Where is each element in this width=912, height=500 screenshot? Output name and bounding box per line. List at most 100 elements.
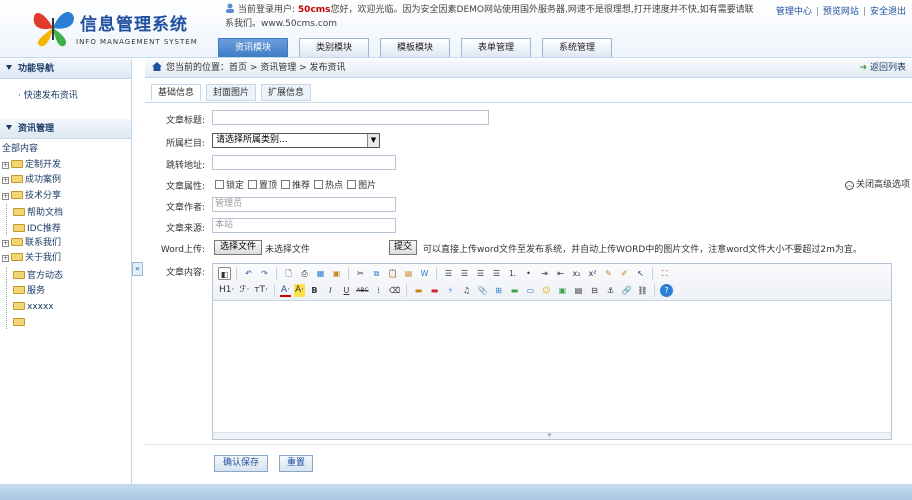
anchor-icon[interactable]: ⚓ [604,284,617,297]
paste-word-icon[interactable]: W [418,267,431,280]
tree-item[interactable]: 帮助文档 [2,204,131,220]
redirect-input[interactable] [212,155,396,170]
nav-tab-category[interactable]: 类别模块 [299,38,369,57]
attr-lock-checkbox[interactable]: 锁定 [215,178,244,191]
page-break-icon[interactable]: ⊟ [588,284,601,297]
source-code-icon[interactable]: ◧ [218,267,231,280]
undo-icon[interactable]: ↶ [242,267,255,280]
nav-tab-system[interactable]: 系统管理 [542,38,612,57]
admin-center-link[interactable]: 管理中心 [776,7,812,17]
logout-link[interactable]: 安全退出 [870,7,906,17]
subscript-icon[interactable]: x₂ [570,267,583,280]
checkbox[interactable] [248,180,258,189]
image-icon[interactable]: ▬ [412,284,425,297]
attr-top-checkbox[interactable]: 置顶 [248,178,277,191]
toggle-advanced-options[interactable]: ︿ 关闭高级选项 [844,177,910,190]
preview-icon[interactable]: 🗋 [282,267,295,280]
table-icon[interactable]: ⊞ [492,284,505,297]
flash-icon[interactable]: ⚡ [444,284,457,297]
expand-icon[interactable]: + [2,239,9,247]
pointer-icon[interactable]: ↖ [634,267,647,280]
expand-icon[interactable]: + [2,255,9,263]
collapse-sidebar-button[interactable]: « [132,262,143,276]
reset-button[interactable]: 重置 [279,455,313,472]
tree-item[interactable]: + 定制开发 [2,158,131,174]
tree-item[interactable]: + 成功案例 [2,173,131,189]
indent-icon[interactable]: ⇥ [538,267,551,280]
redo-icon[interactable]: ↷ [258,267,271,280]
font-color-button[interactable]: A· [279,284,291,297]
tab-extended-info[interactable]: 扩展信息 [261,84,312,101]
nav-tab-template[interactable]: 模板模块 [380,38,450,57]
underline-icon[interactable]: U [340,284,353,297]
tab-basic-info[interactable]: 基础信息 [151,84,202,101]
paste-icon[interactable]: 📋 [386,267,399,280]
fullscreen-icon[interactable]: ⛶ [658,267,671,280]
tree-item[interactable]: 官方动态 [2,266,131,283]
save-button[interactable]: 确认保存 [214,455,268,472]
justify-icon[interactable]: ☰ [490,267,503,280]
bold-icon[interactable]: B [308,284,321,297]
expand-icon[interactable]: + [2,161,9,169]
tree-item[interactable]: 服务 [2,282,131,298]
nav-tab-forms[interactable]: 表单管理 [461,38,531,57]
font-size-dropdown[interactable]: тT· [253,284,269,297]
resize-grip-icon[interactable]: ⁜ [547,433,552,439]
expand-icon[interactable]: + [2,177,9,185]
link-icon[interactable]: 🔗 [620,284,633,297]
tree-item[interactable]: xxxxx [2,297,131,314]
attachment-icon[interactable]: 📎 [476,284,489,297]
emoticon-icon[interactable]: ☺ [540,284,553,297]
attr-image-checkbox[interactable]: 图片 [347,178,376,191]
clear-format-icon[interactable]: ✎ [602,267,615,280]
tree-item[interactable] [2,313,131,330]
insert-image-icon[interactable]: ▣ [556,284,569,297]
copy-icon[interactable]: ⧉ [370,267,383,280]
checkbox[interactable] [215,180,224,189]
submit-file-button[interactable]: 提交 [389,240,417,255]
editor-content-area[interactable] [213,301,891,432]
tree-item[interactable]: + 技术分享 [2,189,131,205]
sidebar-section-news[interactable]: 资讯管理 [0,119,131,139]
help-icon[interactable]: ? [659,284,673,297]
map-icon[interactable]: ▭ [524,284,537,297]
outdent-icon[interactable]: ⇤ [554,267,567,280]
choose-file-button[interactable]: 选择文件 [214,240,262,255]
checkbox[interactable] [314,180,324,189]
attr-hot-checkbox[interactable]: 热点 [314,178,343,191]
align-right-icon[interactable]: ☰ [474,267,487,280]
tab-cover-image[interactable]: 封面图片 [206,84,257,101]
special-char-icon[interactable]: ▤ [572,284,585,297]
unordered-list-icon[interactable]: • [522,267,535,280]
tree-item[interactable]: IDC推荐 [2,219,131,236]
superscript-icon[interactable]: x² [586,267,599,280]
checkbox[interactable] [281,180,291,189]
expand-icon[interactable]: + [2,192,9,200]
sidebar-section-nav[interactable]: 功能导航 [0,59,131,79]
author-input[interactable]: 管理员 [212,197,396,212]
ordered-list-icon[interactable]: ⒈ [506,267,519,280]
strikethrough-icon[interactable]: ABC [356,284,369,297]
preview-site-link[interactable]: 预览网站 [823,7,859,17]
align-center-icon[interactable]: ☰ [458,267,471,280]
checkbox[interactable] [347,180,357,189]
print-icon[interactable]: ⎙ [298,267,311,280]
tree-item[interactable]: + 联系我们 [2,236,131,252]
nav-tab-news[interactable]: 资讯模块 [218,38,288,57]
select-all-icon[interactable]: ✐ [618,267,631,280]
media-icon[interactable]: ♫ [460,284,473,297]
tree-item[interactable]: + 关于我们 [2,251,131,267]
line-height-icon[interactable]: ⁞ [372,284,385,297]
horizontal-rule-icon[interactable]: ▬ [508,284,521,297]
source-input[interactable]: 本站 [212,218,396,233]
template-icon[interactable]: ▦ [314,267,327,280]
back-to-list-link[interactable]: ➜ 返回列表 [860,59,906,78]
attr-recommend-checkbox[interactable]: 推荐 [281,178,310,191]
italic-icon[interactable]: I [324,284,337,297]
unlink-icon[interactable]: ⛓ [636,284,649,297]
code-icon[interactable]: ▣ [330,267,343,280]
cut-icon[interactable]: ✂ [354,267,367,280]
category-select[interactable]: 请选择所属类别... ▼ [212,133,380,148]
align-left-icon[interactable]: ☰ [442,267,455,280]
highlight-color-button[interactable]: A· [293,284,305,297]
